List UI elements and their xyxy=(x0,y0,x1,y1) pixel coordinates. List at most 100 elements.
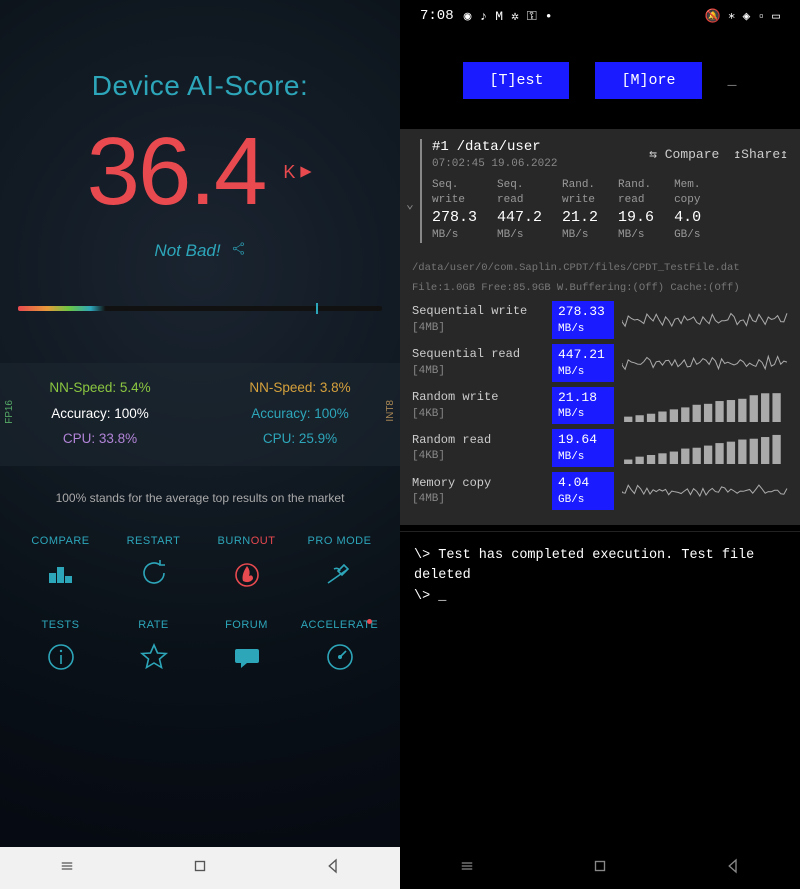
action-grid: COMPARE 213 RESTART BURNOUT PRO MODE TES… xyxy=(0,535,400,675)
battery-icon: ▭ xyxy=(772,9,780,24)
gmail-icon: M xyxy=(495,9,503,24)
star-icon xyxy=(136,639,172,675)
messenger-icon: ◉ xyxy=(464,9,472,24)
score-position-bar xyxy=(18,306,382,311)
share-button[interactable] xyxy=(231,241,246,261)
metrics-panel: FP16 NN-Speed: 5.4% Accuracy: 100% CPU: … xyxy=(0,363,400,466)
detail-label: Random write[4KB] xyxy=(412,390,544,421)
recent-apps-button[interactable] xyxy=(58,857,76,880)
console-output: \> Test has completed execution. Test fi… xyxy=(400,531,800,889)
bluetooth-icon: ∗ xyxy=(728,9,736,24)
detail-value: 19.64MB/s xyxy=(552,429,614,467)
detail-value: 278.33MB/s xyxy=(552,301,614,339)
home-button[interactable] xyxy=(591,857,609,880)
detail-value: 21.18MB/s xyxy=(552,387,614,425)
share-icon xyxy=(231,241,246,256)
detail-row: Sequential write[4MB] 278.33MB/s xyxy=(412,301,788,339)
fp16-tag: FP16 xyxy=(4,400,15,424)
file-config-meta: File:1.0GB Free:85.9GB W.Buffering:(Off)… xyxy=(412,281,788,295)
status-system-icons: 🔕 ∗ ◈ ▫ ▭ xyxy=(705,9,780,24)
detail-label: Memory copy[4MB] xyxy=(412,476,544,507)
tests-button[interactable]: TESTS xyxy=(14,619,107,675)
detail-value: 447.21MB/s xyxy=(552,344,614,382)
score-row: 36.4 K xyxy=(0,117,400,227)
ai-score-value: 36.4 xyxy=(87,117,266,227)
home-button[interactable] xyxy=(191,857,209,880)
page-title: Device AI-Score: xyxy=(0,70,400,102)
burnout-button[interactable]: BURNOUT xyxy=(200,535,293,591)
summary-metric: Seq.read447.2MB/s xyxy=(497,178,542,243)
android-nav-bar xyxy=(400,847,800,889)
android-nav-bar xyxy=(0,847,400,889)
detail-label: Sequential read[4MB] xyxy=(412,347,544,378)
promode-button[interactable]: PRO MODE xyxy=(293,535,386,591)
detail-row: Sequential read[4MB] 447.21MB/s xyxy=(412,344,788,382)
collapse-caret-icon[interactable]: ⌄ xyxy=(406,197,414,212)
restart-button[interactable]: RESTART xyxy=(107,535,200,591)
back-button[interactable] xyxy=(724,857,742,880)
key-icon: ⚿ xyxy=(527,9,537,24)
gauge-icon xyxy=(322,639,358,675)
rate-button[interactable]: RATE xyxy=(107,619,200,675)
detail-graph xyxy=(622,304,788,336)
status-notification-icons: ◉ ♪ M ✲ ⚿ • xyxy=(464,9,553,24)
flame-icon xyxy=(229,555,265,591)
summary-metric: Rand.read19.6MB/s xyxy=(618,178,654,243)
console-line: \> Test has completed execution. Test fi… xyxy=(414,546,786,587)
tiktok-icon: ♪ xyxy=(479,9,487,24)
metrics-fp16: NN-Speed: 5.4% Accuracy: 100% CPU: 33.8% xyxy=(0,375,200,452)
result-summary: #1 /data/user 07:02:45 19.06.2022 ⇆ Comp… xyxy=(400,129,800,255)
forum-button[interactable]: FORUM xyxy=(200,619,293,675)
result-path: /data/user xyxy=(457,139,541,155)
detail-graph xyxy=(622,475,788,507)
file-path-meta: /data/user/0/com.Saplin.CPDT/files/CPDT_… xyxy=(412,261,788,275)
wifi-icon: ◈ xyxy=(743,9,751,24)
detail-graph xyxy=(622,432,788,464)
detail-graph xyxy=(622,390,788,422)
metrics-int8: NN-Speed: 3.8% Accuracy: 100% CPU: 25.9% xyxy=(200,375,400,452)
detail-row: Random read[4KB] 19.64MB/s xyxy=(412,429,788,467)
detail-label: Sequential write[4MB] xyxy=(412,304,544,335)
fan-icon: ✲ xyxy=(511,9,519,24)
main-button-row: [T]est [M]ore _ xyxy=(400,62,800,99)
compare-link[interactable]: ⇆ Compare xyxy=(649,147,719,162)
chat-icon xyxy=(229,639,265,675)
detail-label: Random read[4KB] xyxy=(412,433,544,464)
signal-icon: ▫ xyxy=(757,9,765,24)
status-bar: 7:08 ◉ ♪ M ✲ ⚿ • 🔕 ∗ ◈ ▫ ▭ xyxy=(400,0,800,32)
result-index: #1 xyxy=(432,139,449,155)
result-timestamp: 07:02:45 19.06.2022 xyxy=(432,158,557,170)
detail-row: Memory copy[4MB] 4.04GB/s xyxy=(412,472,788,510)
share-link[interactable]: ↥Share↥ xyxy=(733,147,788,162)
detail-graph xyxy=(622,347,788,379)
rating-text: Not Bad! xyxy=(154,241,220,261)
compare-button[interactable]: COMPARE 213 xyxy=(14,535,107,591)
mute-icon: 🔕 xyxy=(705,9,721,24)
recent-apps-button[interactable] xyxy=(458,857,476,880)
podium-icon: 213 xyxy=(43,555,79,591)
detail-value: 4.04GB/s xyxy=(552,472,614,510)
rating-row: Not Bad! xyxy=(0,241,400,261)
back-button[interactable] xyxy=(324,857,342,880)
summary-metric: Mem.copy4.0GB/s xyxy=(674,178,701,243)
cpdt-benchmark-screen: 7:08 ◉ ♪ M ✲ ⚿ • 🔕 ∗ ◈ ▫ ▭ [T]est [M]ore… xyxy=(400,0,800,889)
more-button[interactable]: [M]ore xyxy=(595,62,701,99)
play-icon xyxy=(299,165,313,179)
more-dot-icon: • xyxy=(545,9,553,24)
notification-dot xyxy=(367,619,372,624)
witch-icon xyxy=(322,555,358,591)
cursor-indicator: _ xyxy=(728,72,737,89)
detail-section: /data/user/0/com.Saplin.CPDT/files/CPDT_… xyxy=(400,255,800,525)
summary-metric: Seq.write278.3MB/s xyxy=(432,178,477,243)
int8-tag: INT8 xyxy=(385,400,396,422)
status-time: 7:08 xyxy=(420,8,454,24)
test-button[interactable]: [T]est xyxy=(463,62,569,99)
ai-benchmark-screen: Device AI-Score: 36.4 K Not Bad! FP16 NN… xyxy=(0,0,400,889)
accelerate-button[interactable]: ACCELERATE xyxy=(293,619,386,675)
console-prompt: \> _ xyxy=(414,587,786,607)
detail-row: Random write[4KB] 21.18MB/s xyxy=(412,387,788,425)
average-note: 100% stands for the average top results … xyxy=(0,491,400,505)
refresh-icon xyxy=(136,555,172,591)
info-icon xyxy=(43,639,79,675)
score-suffix[interactable]: K xyxy=(283,162,313,183)
